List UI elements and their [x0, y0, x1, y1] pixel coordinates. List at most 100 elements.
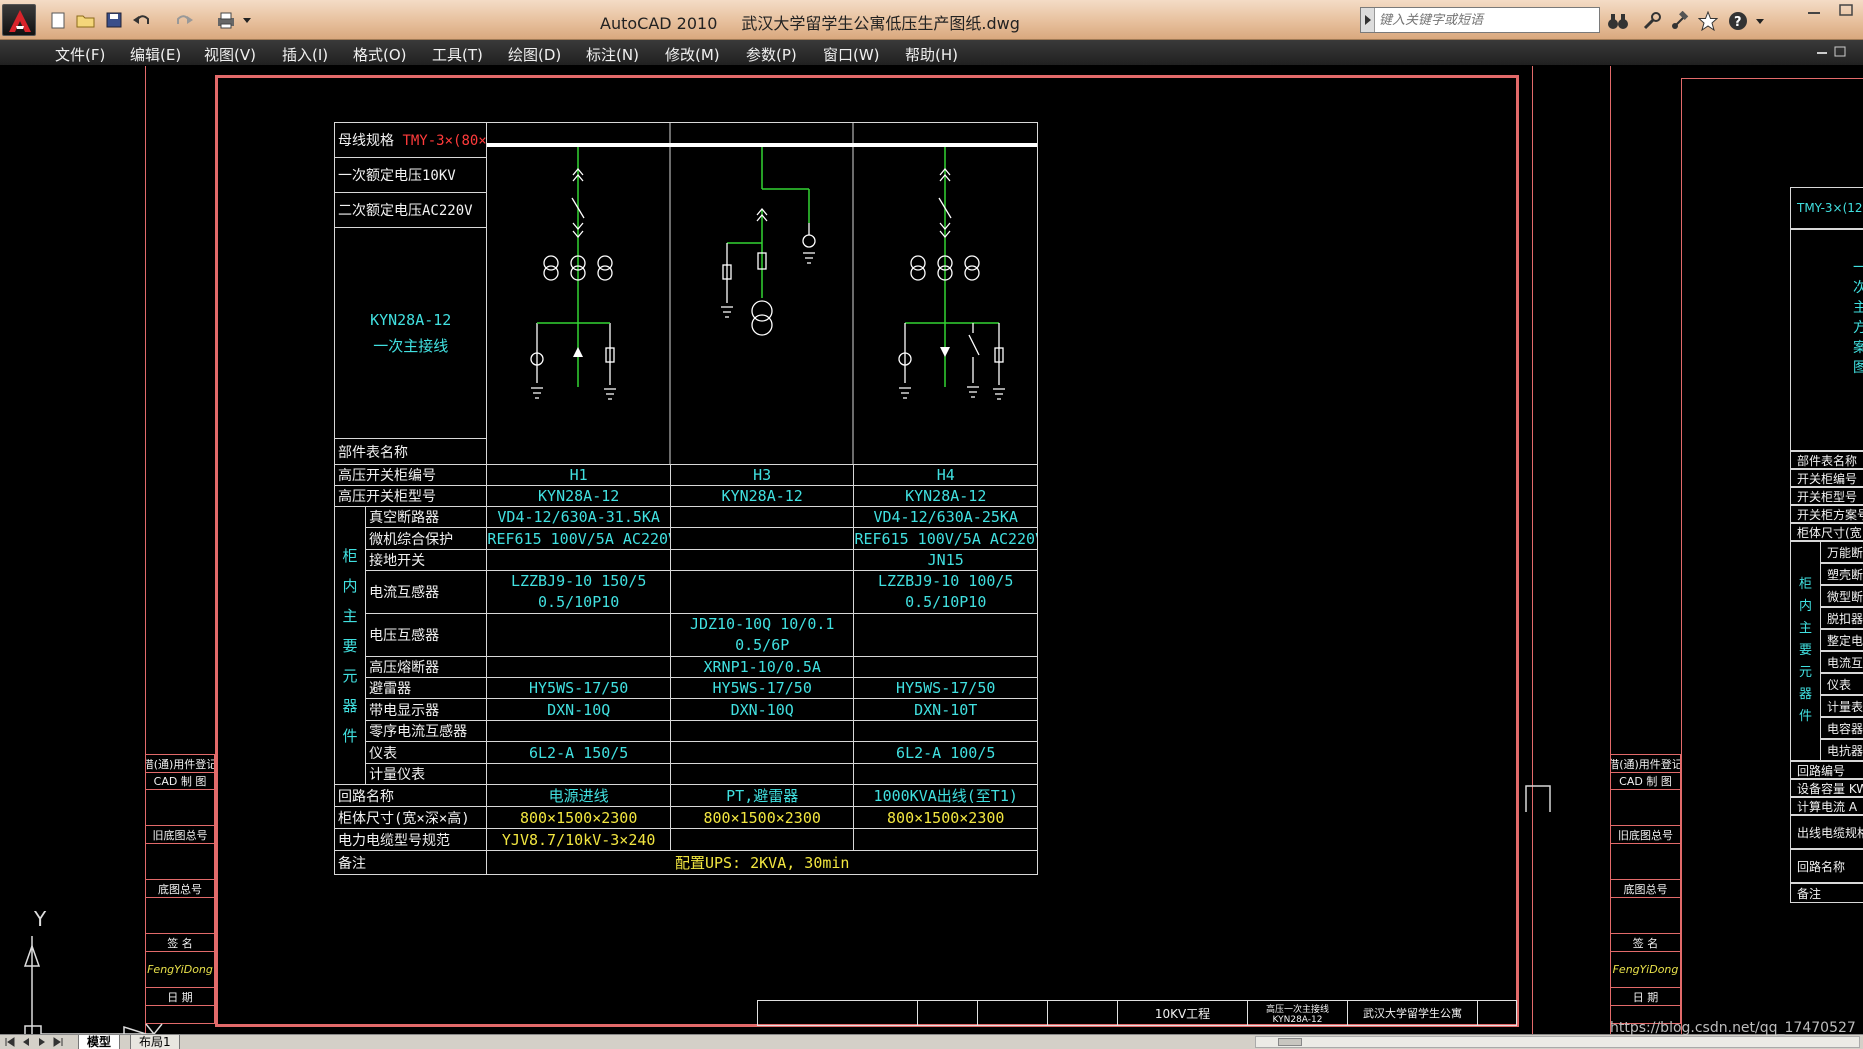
table-row: 柜内主要元器件 真空断路器 VD4-12/630A-31.5KA VD4-12/630…	[333, 506, 1038, 785]
table-row: 微机综合保护 REF615 100V/5A AC220V REF615 100V/5…	[335, 527, 1038, 550]
value-cell: KYN28A-12	[669, 485, 855, 507]
model-line2: 一次主接线	[373, 337, 449, 355]
value-cell: H4	[853, 464, 1038, 486]
menu-draw[interactable]: 绘图(D)	[508, 44, 561, 64]
remark-label: 备注	[333, 850, 488, 875]
menu-insert[interactable]: 插入(I)	[282, 44, 328, 64]
help-icon[interactable]: ?	[1726, 9, 1750, 33]
side-row: 底图总号	[146, 880, 214, 898]
value-cell	[853, 613, 1038, 657]
side-row	[1611, 898, 1680, 934]
table-row: 电力电缆型号规范 YJV8.7/10kV-3×240	[333, 828, 1038, 851]
value-cell	[853, 828, 1038, 851]
menu-edit[interactable]: 编辑(E)	[130, 44, 181, 64]
rt-label: 整定电流	[1820, 629, 1863, 651]
menu-dimension[interactable]: 标注(N)	[586, 44, 639, 64]
tab-layout1[interactable]: 布局1	[130, 1035, 180, 1049]
model-line1: KYN28A-12	[370, 311, 452, 329]
value-cell	[669, 570, 855, 614]
busbar-label: 母线规格	[338, 133, 394, 149]
star-icon[interactable]	[1696, 9, 1720, 33]
side-row: 借(通)用件登记	[1611, 755, 1680, 773]
drawing-window-buttons-icon[interactable]	[1815, 44, 1859, 60]
new-file-icon[interactable]	[46, 9, 70, 31]
menu-help[interactable]: 帮助(H)	[905, 44, 958, 64]
rt-label: 设备容量 KW	[1790, 779, 1863, 797]
maximize-button[interactable]	[1832, 2, 1860, 18]
side-row	[1611, 790, 1680, 826]
schematic-cell	[486, 122, 1038, 465]
value-cell: REF615 100V/5A AC220V	[486, 527, 671, 550]
menu-tools[interactable]: 工具(T)	[432, 44, 483, 64]
row-label: 高压开关柜编号	[333, 464, 488, 486]
drawing-name-cell: 高压一次主接线 KYN28A-12	[1248, 1001, 1348, 1025]
rt-label: 万能断路	[1820, 541, 1863, 563]
help-search-box[interactable]	[1360, 7, 1600, 33]
value-cell: DXN-10Q	[669, 698, 855, 721]
row-label: 电力电缆型号规范	[333, 828, 488, 851]
file-name: 武汉大学留学生公寓低压生产图纸.dwg	[741, 14, 1020, 33]
rt-vertical-title: 一次主方案图	[1790, 229, 1863, 451]
rt-busbar: TMY-3×(125	[1790, 187, 1863, 229]
drawing-area[interactable]: 母线规格 TMY-3×(80×8)	[0, 66, 1863, 1034]
menu-modify[interactable]: 修改(M)	[665, 44, 720, 64]
table-row: 避雷器 HY5WS-17/50 HY5WS-17/50 HY5WS-17/50	[335, 677, 1038, 699]
registration-block-2: 借(通)用件登记 CAD 制 图 旧底图总号 底图总号 签 名 FengYiDo…	[1610, 754, 1681, 1024]
menu-format[interactable]: 格式(O)	[353, 44, 407, 64]
redo-icon[interactable]	[172, 9, 196, 31]
tab-model[interactable]: 模型	[78, 1035, 121, 1049]
frame-border-right	[1516, 75, 1519, 1027]
scrollbar-thumb[interactable]	[1278, 1038, 1302, 1046]
last-layout-icon[interactable]	[52, 1036, 64, 1048]
horizontal-scrollbar[interactable]	[1255, 1036, 1860, 1048]
h4-circuit-symbols	[898, 167, 1006, 400]
rt-label: 开关柜方案号	[1790, 505, 1863, 523]
value-cell	[669, 720, 855, 742]
help-search-input[interactable]	[1375, 9, 1599, 31]
minimize-button[interactable]	[1800, 2, 1828, 18]
rt-label: 电流互感	[1820, 651, 1863, 673]
value-cell: VD4-12/630A-25KA	[853, 506, 1038, 528]
plot-icon[interactable]	[214, 9, 238, 31]
table-row: 计量仪表	[335, 763, 1038, 785]
side-row: 签 名	[1611, 934, 1680, 952]
quick-access-dropdown-icon[interactable]	[240, 9, 254, 31]
value-cell	[669, 763, 855, 785]
prev-layout-icon[interactable]	[20, 1036, 32, 1048]
search-expand-icon[interactable]	[1361, 8, 1375, 32]
row-label: 仪表	[365, 741, 488, 764]
application-menu-button[interactable]	[2, 4, 36, 36]
value-cell: LZZBJ9-10 150/5 0.5/10P10	[486, 570, 671, 614]
menu-window[interactable]: 窗口(W)	[823, 44, 880, 64]
menu-file[interactable]: 文件(F)	[55, 44, 105, 64]
save-icon[interactable]	[102, 9, 126, 31]
value-cell: REF615 100V/5A AC220V	[853, 527, 1038, 550]
primary-voltage: 一次额定电压10KV	[333, 157, 488, 193]
value-cell: HY5WS-17/50	[669, 677, 855, 699]
table-row: 柜体尺寸(宽×深×高) 800×1500×2300 800×1500×2300 800…	[333, 806, 1038, 829]
table-row: 零序电流互感器	[335, 720, 1038, 742]
frame-line-mid1	[1532, 66, 1533, 1034]
help-dropdown-icon[interactable]	[1754, 9, 1766, 33]
rt-label: 出线电缆规格	[1790, 815, 1863, 849]
first-layout-icon[interactable]	[4, 1036, 16, 1048]
undo-icon[interactable]	[130, 9, 154, 31]
next-layout-icon[interactable]	[36, 1036, 48, 1048]
ucs-icon: Y	[14, 906, 164, 1034]
value-cell: YJV8.7/10kV-3×240	[486, 828, 671, 851]
frame-line-right-top	[1681, 78, 1863, 79]
table-row: 高压熔断器 XRNP1-10/0.5A	[335, 656, 1038, 678]
menu-view[interactable]: 视图(V)	[204, 44, 256, 64]
title-block-cell	[1478, 1001, 1516, 1025]
value-cell	[669, 741, 855, 764]
side-row: CAD 制 图	[146, 773, 214, 790]
wrench-icon[interactable]	[1640, 9, 1664, 33]
busbar-value: TMY-3×(80×8)	[402, 133, 487, 149]
menu-parametric[interactable]: 参数(P)	[746, 44, 797, 64]
binoculars-icon[interactable]	[1606, 9, 1630, 33]
svg-text:?: ?	[1734, 15, 1742, 30]
project-name: 10KV工程	[1118, 1001, 1248, 1025]
open-file-icon[interactable]	[74, 9, 98, 31]
rt-label: 柜体尺寸(宽×	[1790, 523, 1863, 541]
satellite-icon[interactable]	[1668, 9, 1692, 33]
